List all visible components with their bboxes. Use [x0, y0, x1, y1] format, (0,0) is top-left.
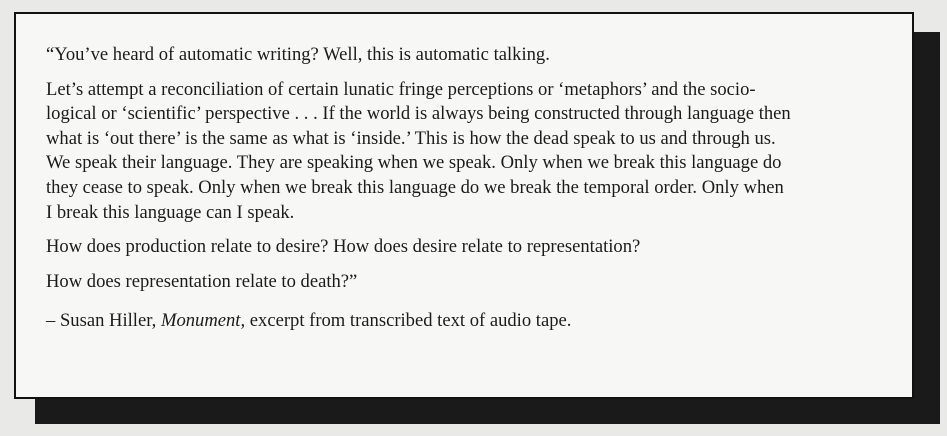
quote-paragraph-line: they cease to speak. Only when we break …	[46, 176, 784, 198]
attribution-work-title: Monument,	[160, 310, 246, 332]
quote-card: “You’ve heard of automatic writing? Well…	[14, 12, 914, 399]
quote-paragraph-line: I break this language can I speak.	[46, 201, 295, 223]
quote-text-block: “You’ve heard of automatic writing? Well…	[46, 43, 891, 334]
quote-question-line: How does production relate to desire? Ho…	[46, 236, 641, 258]
attribution: – Susan Hiller, Monument, excerpt from t…	[46, 309, 891, 334]
quote-closing-line: How does representation relate to death?…	[46, 270, 358, 292]
quote-paragraph-line: Let’s attempt a reconciliation of certai…	[46, 78, 756, 100]
attribution-prefix: – Susan Hiller,	[46, 310, 161, 332]
quote-paragraph-line: what is ‘out there’ is the same as what …	[46, 127, 776, 149]
quote-paragraph: Let’s attempt a reconciliation of certai…	[46, 78, 891, 226]
attribution-suffix: excerpt from transcribed text of audio t…	[245, 310, 572, 332]
page: “You’ve heard of automatic writing? Well…	[0, 0, 947, 436]
quote-paragraph-line: logical or ‘scientific’ perspective . . …	[46, 103, 791, 125]
quote-opening-line: “You’ve heard of automatic writing? Well…	[46, 44, 550, 65]
quote-paragraph-line: We speak their language. They are speaki…	[46, 152, 782, 174]
